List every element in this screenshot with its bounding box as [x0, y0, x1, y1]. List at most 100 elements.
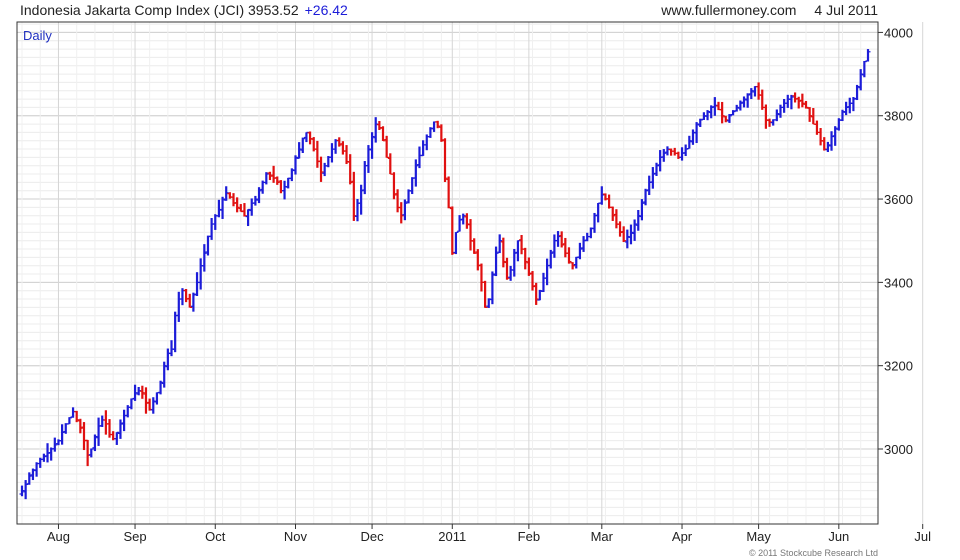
ohlc-bar [23, 480, 29, 500]
ohlc-bar [307, 131, 313, 145]
ohlc-bar [442, 138, 448, 183]
x-tick-label: Mar [591, 529, 614, 544]
ohlc-bar [715, 101, 721, 111]
x-tick-label: Oct [205, 529, 226, 544]
ohlc-bar [96, 417, 102, 446]
ohlc-bar [781, 99, 787, 113]
x-tick-label: Apr [672, 529, 693, 544]
ohlc-bar [741, 96, 747, 108]
ohlc-bar [147, 398, 153, 411]
ohlc-bar [344, 145, 350, 165]
ohlc-bar [154, 392, 160, 405]
ohlc-bar [212, 214, 218, 230]
ohlc-bar [599, 186, 605, 205]
ohlc-bar [59, 424, 65, 445]
ohlc-bar [533, 282, 539, 305]
y-tick-label: 3800 [884, 109, 913, 124]
ohlc-bar [446, 176, 452, 209]
ohlc-bar [752, 85, 758, 97]
ohlc-bar [843, 101, 849, 116]
x-tick-label: 2011 [438, 529, 466, 544]
ohlc-bar [719, 101, 725, 124]
ohlc-bar [657, 150, 663, 172]
ohlc-bar [745, 93, 751, 108]
ohlc-bar [646, 175, 652, 196]
ohlc-bar [194, 272, 200, 296]
ohlc-bar [336, 137, 342, 147]
ohlc-bar [103, 410, 109, 435]
x-tick-label: Jun [828, 529, 849, 544]
ohlc-bar [861, 60, 867, 78]
ohlc-bar [143, 387, 149, 414]
ohlc-bar [420, 140, 426, 157]
ohlc-bar [697, 118, 703, 127]
ohlc-bar [632, 219, 638, 241]
ohlc-bar [573, 256, 579, 269]
ohlc-bar [449, 206, 455, 255]
ohlc-bar [395, 189, 401, 213]
y-tick-label: 3400 [884, 275, 913, 290]
ohlc-bar [683, 144, 689, 157]
ohlc-bar [431, 121, 437, 132]
ohlc-bar [347, 154, 353, 185]
ohlc-bar [595, 202, 601, 223]
ohlc-bar [252, 195, 258, 206]
x-tick-label: Nov [284, 529, 308, 544]
ohlc-bar [847, 97, 853, 114]
ohlc-bar [190, 292, 196, 312]
ohlc-bar [387, 153, 393, 175]
ohlc-bar [351, 171, 357, 221]
ohlc-bar [482, 280, 488, 308]
period-label: Daily [23, 28, 52, 43]
ohlc-bar [241, 203, 247, 217]
ohlc-bar [628, 224, 634, 245]
ohlc-bar [555, 231, 561, 247]
ohlc-bar [169, 340, 175, 357]
ohlc-bar [187, 293, 193, 308]
x-tick-label: May [746, 529, 771, 544]
ohlc-bar [376, 121, 382, 130]
ohlc-bar [340, 141, 346, 155]
ohlc-bar [799, 93, 805, 108]
ohlc-bar [453, 231, 459, 255]
ohlc-bar [150, 397, 156, 414]
ohlc-bar [559, 231, 565, 248]
ohlc-bar [858, 69, 864, 91]
ohlc-bar [245, 208, 251, 227]
ohlc-bar [300, 137, 306, 154]
ohlc-bar [519, 235, 525, 255]
ohlc-bar [205, 235, 211, 256]
ohlc-bar [475, 249, 481, 271]
ohlc-bar [99, 415, 105, 428]
ohlc-bar [613, 209, 619, 229]
ohlc-bar [650, 167, 656, 189]
ohlc-bar [66, 417, 72, 425]
ohlc-bar [551, 234, 557, 258]
ohlc-bar [785, 94, 791, 108]
ohlc-bar [267, 171, 273, 181]
ohlc-bar [81, 422, 87, 451]
ohlc-bar [515, 240, 521, 262]
ohlc-bar [865, 49, 871, 62]
ohlc-bar [664, 146, 670, 156]
ohlc-bar [384, 135, 390, 158]
ohlc-bar [493, 246, 499, 277]
ohlc-bar [318, 156, 324, 182]
ohlc-bar [234, 197, 240, 213]
ohlc-bar [511, 248, 517, 277]
ohlc-bar [759, 89, 765, 110]
ohlc-bar [329, 143, 335, 163]
ohlc-bar [121, 409, 127, 432]
ohlc-bar [438, 124, 444, 142]
ohlc-bar [621, 226, 627, 243]
ohlc-bar [216, 199, 222, 218]
ohlc-bar [209, 218, 215, 240]
ohlc-bar [77, 418, 83, 434]
ohlc-bar [606, 194, 612, 209]
ohlc-bar [285, 177, 291, 189]
ohlc-bar [373, 117, 379, 143]
ohlc-bar [478, 263, 484, 292]
copyright-note: © 2011 Stockcube Research Ltd [748, 548, 878, 558]
ohlc-bar [821, 137, 827, 151]
y-tick-label: 3200 [884, 359, 913, 374]
